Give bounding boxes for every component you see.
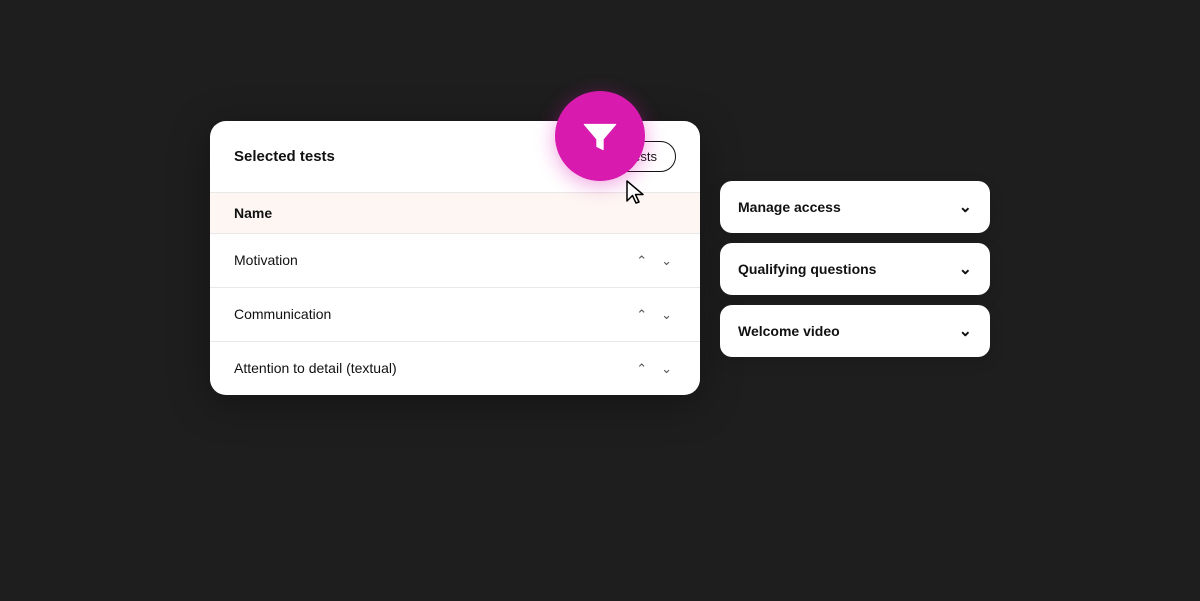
welcome-video-label: Welcome video [738, 323, 840, 339]
table-row: Motivation ⌃ ⌄ [210, 234, 700, 288]
chevron-up-attention[interactable]: ⌃ [632, 360, 651, 377]
test-name-communication: Communication [234, 306, 331, 322]
qualifying-questions-label: Qualifying questions [738, 261, 876, 277]
test-name-motivation: Motivation [234, 252, 298, 268]
table-row: Communication ⌃ ⌄ [210, 288, 700, 342]
chevron-down-icon: ⌄ [959, 259, 972, 279]
funnel-icon [579, 115, 621, 157]
manage-access-item[interactable]: Manage access ⌄ [720, 181, 990, 233]
welcome-video-item[interactable]: Welcome video ⌄ [720, 305, 990, 357]
cursor-pointer [625, 179, 649, 209]
chevron-down-icon: ⌄ [959, 321, 972, 341]
chevron-down-attention[interactable]: ⌄ [657, 360, 676, 377]
card-title: Selected tests [234, 148, 335, 165]
chevron-up-communication[interactable]: ⌃ [632, 306, 651, 323]
row-controls-motivation: ⌃ ⌄ [632, 252, 676, 269]
chevron-down-motivation[interactable]: ⌄ [657, 252, 676, 269]
filter-button[interactable] [555, 91, 645, 181]
dropdown-panel: Manage access ⌄ Qualifying questions ⌄ W… [720, 181, 990, 357]
row-controls-communication: ⌃ ⌄ [632, 306, 676, 323]
table-row: Attention to detail (textual) ⌃ ⌄ [210, 342, 700, 395]
test-name-attention: Attention to detail (textual) [234, 360, 397, 376]
qualifying-questions-item[interactable]: Qualifying questions ⌄ [720, 243, 990, 295]
chevron-up-motivation[interactable]: ⌃ [632, 252, 651, 269]
manage-access-label: Manage access [738, 199, 841, 215]
row-controls-attention: ⌃ ⌄ [632, 360, 676, 377]
chevron-down-communication[interactable]: ⌄ [657, 306, 676, 323]
chevron-down-icon: ⌄ [959, 197, 972, 217]
